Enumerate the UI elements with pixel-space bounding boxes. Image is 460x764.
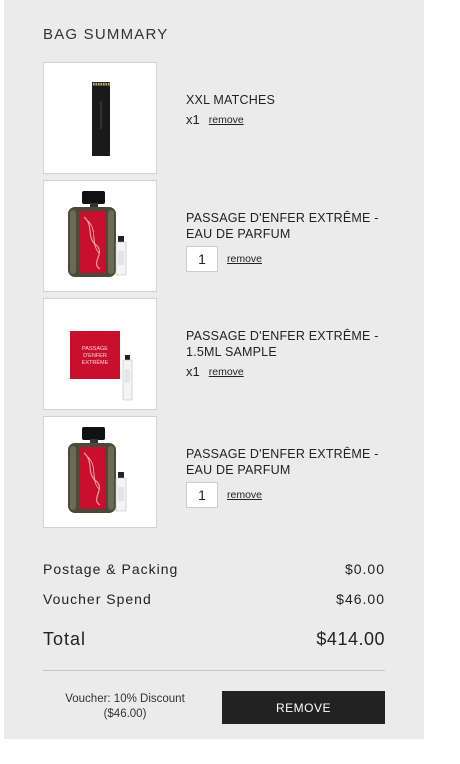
bag-summary-title: BAG SUMMARY xyxy=(43,26,169,43)
sample-card-text: PASSAGE xyxy=(82,346,108,352)
item-name: XXL MATCHES xyxy=(186,93,276,107)
item-info: PASSAGE D'ENFER EXTRÊME - 1.5ML SAMPLE x… xyxy=(186,328,386,379)
voucher-description: Voucher: 10% Discount xyxy=(65,693,185,705)
quantity-label: x1 xyxy=(186,364,200,379)
remove-link[interactable]: remove xyxy=(227,253,262,265)
voucher-spend-value: $46.00 xyxy=(336,591,385,607)
quantity-row: 1 remove xyxy=(186,246,386,272)
product-thumbnail[interactable] xyxy=(43,180,157,292)
item-info: PASSAGE D'ENFER EXTRÊME - EAU DE PARFUM … xyxy=(186,446,386,508)
product-thumbnail[interactable] xyxy=(43,416,157,528)
sample-card-text: D'ENFER xyxy=(83,353,107,359)
total-row: Total $414.00 xyxy=(43,629,385,650)
sample-card-image: PASSAGE D'ENFER EXTRÊME xyxy=(70,331,133,401)
quantity-label: x1 xyxy=(186,112,200,127)
matchbox-image xyxy=(92,82,110,156)
remove-voucher-button[interactable]: REMOVE xyxy=(222,691,385,724)
voucher-amount: ($46.00) xyxy=(103,708,147,720)
cart-item: PASSAGE D'ENFER EXTRÊME PASSAGE D'ENFER … xyxy=(43,298,385,410)
item-name: PASSAGE D'ENFER EXTRÊME - EAU DE PARFUM xyxy=(186,447,379,477)
total-value: $414.00 xyxy=(316,629,385,649)
voucher-spend-row: Voucher Spend $46.00 xyxy=(43,591,385,607)
item-name: PASSAGE D'ENFER EXTRÊME - 1.5ML SAMPLE xyxy=(186,329,379,359)
product-thumbnail[interactable]: PASSAGE D'ENFER EXTRÊME xyxy=(43,298,157,410)
divider xyxy=(43,670,385,671)
remove-link[interactable]: remove xyxy=(209,114,244,126)
product-thumbnail[interactable] xyxy=(43,62,157,174)
quantity-row: 1 remove xyxy=(186,482,386,508)
remove-link[interactable]: remove xyxy=(227,489,262,501)
voucher-info: Voucher: 10% Discount ($46.00) xyxy=(50,692,200,722)
postage-value: $0.00 xyxy=(344,561,385,577)
total-label: Total xyxy=(43,629,87,649)
postage-row: Postage & Packing $0.00 xyxy=(43,561,385,577)
remove-link[interactable]: remove xyxy=(209,366,244,378)
quantity-input[interactable]: 1 xyxy=(186,246,218,272)
item-name: PASSAGE D'ENFER EXTRÊME - EAU DE PARFUM xyxy=(186,211,379,241)
cart-item: XXL MATCHES x1 remove xyxy=(43,62,385,174)
cart-item: PASSAGE D'ENFER EXTRÊME - EAU DE PARFUM … xyxy=(43,416,385,528)
cart-item: PASSAGE D'ENFER EXTRÊME - EAU DE PARFUM … xyxy=(43,180,385,292)
postage-label: Postage & Packing xyxy=(43,561,179,577)
sample-card-text: EXTRÊME xyxy=(82,358,109,366)
voucher-spend-label: Voucher Spend xyxy=(43,591,152,607)
perfume-bottle-image xyxy=(68,427,127,513)
quantity-row: x1 remove xyxy=(186,112,386,127)
item-info: PASSAGE D'ENFER EXTRÊME - EAU DE PARFUM … xyxy=(186,210,386,272)
quantity-input[interactable]: 1 xyxy=(186,482,218,508)
item-info: XXL MATCHES x1 remove xyxy=(186,92,386,127)
perfume-bottle-image xyxy=(68,191,127,277)
quantity-row: x1 remove xyxy=(186,364,386,379)
